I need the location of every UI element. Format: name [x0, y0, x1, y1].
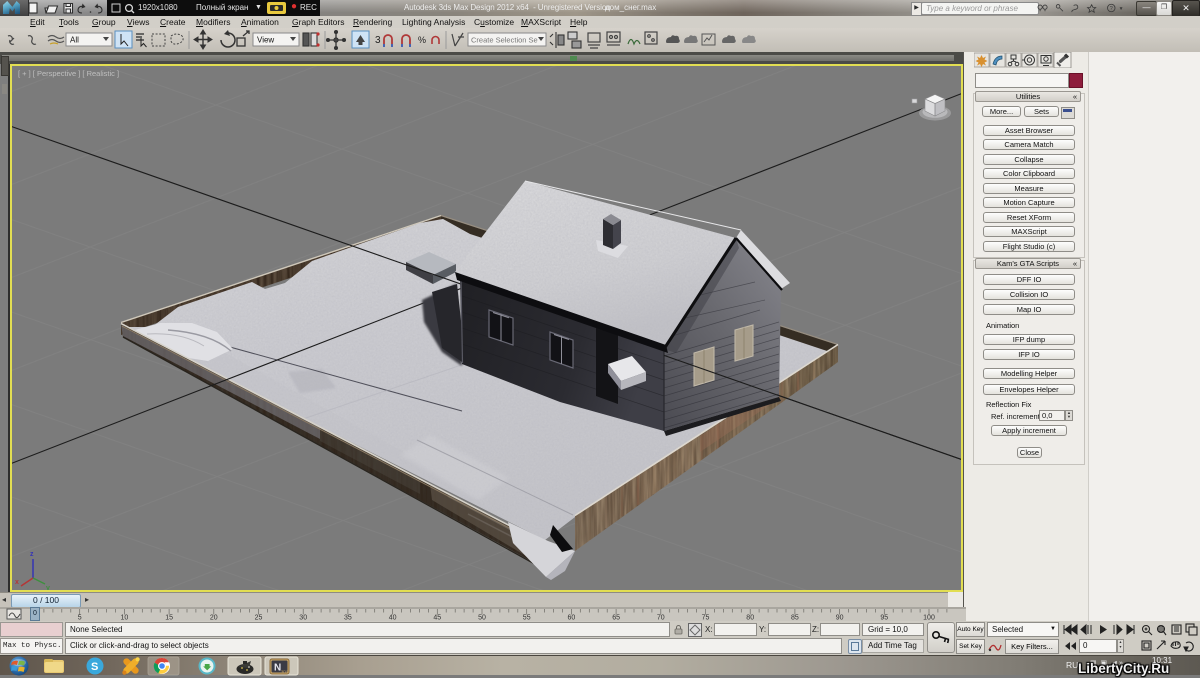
- svg-text:%: %: [418, 35, 426, 45]
- svg-text:▼: ▼: [1119, 7, 1124, 12]
- svg-text:View: View: [257, 36, 274, 45]
- svg-text:z: z: [30, 551, 34, 558]
- svg-text:Create Selection Se: Create Selection Se: [471, 36, 538, 45]
- svg-text:[ + ] [ Perspective ] [ Realis: [ + ] [ Perspective ] [ Realistic ]: [18, 69, 119, 78]
- svg-text:?: ?: [1110, 6, 1113, 12]
- svg-text:All: All: [70, 36, 79, 45]
- svg-text:3: 3: [375, 35, 381, 46]
- svg-text:3DS: 3DS: [281, 669, 289, 674]
- svg-text:S: S: [91, 661, 98, 673]
- svg-text:x: x: [15, 579, 19, 586]
